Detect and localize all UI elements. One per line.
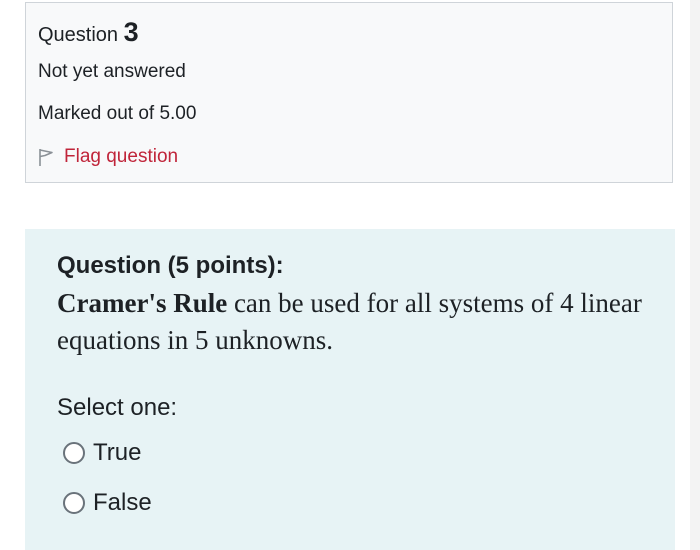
question-text: Cramer's Rule can be used for all system…	[57, 285, 647, 359]
radio-unchecked-icon[interactable]	[63, 442, 85, 464]
question-heading: Question (5 points):	[57, 252, 284, 279]
question-text-bold: Cramer's Rule	[57, 288, 228, 318]
flag-question-link[interactable]: Flag question	[38, 146, 178, 168]
question-info-panel: Question 3 Not yet answered Marked out o…	[25, 2, 673, 183]
answer-prompt: Select one:	[57, 394, 178, 421]
question-label: Question	[38, 24, 119, 46]
question-number: 3	[123, 17, 139, 47]
flag-question-label: Flag question	[64, 146, 179, 167]
flag-icon	[38, 147, 54, 167]
question-content: Question (5 points): Cramer's Rule can b…	[25, 229, 675, 550]
answer-option-true[interactable]: True	[63, 439, 141, 467]
question-number-heading: Question 3	[38, 17, 139, 48]
answer-option-label[interactable]: False	[93, 489, 152, 517]
radio-unchecked-icon[interactable]	[63, 492, 85, 514]
answer-option-false[interactable]: False	[63, 489, 152, 517]
answer-option-label[interactable]: True	[93, 439, 141, 467]
question-grade: Marked out of 5.00	[38, 103, 197, 124]
page-scroll-edge	[690, 0, 700, 550]
question-state: Not yet answered	[38, 61, 186, 82]
